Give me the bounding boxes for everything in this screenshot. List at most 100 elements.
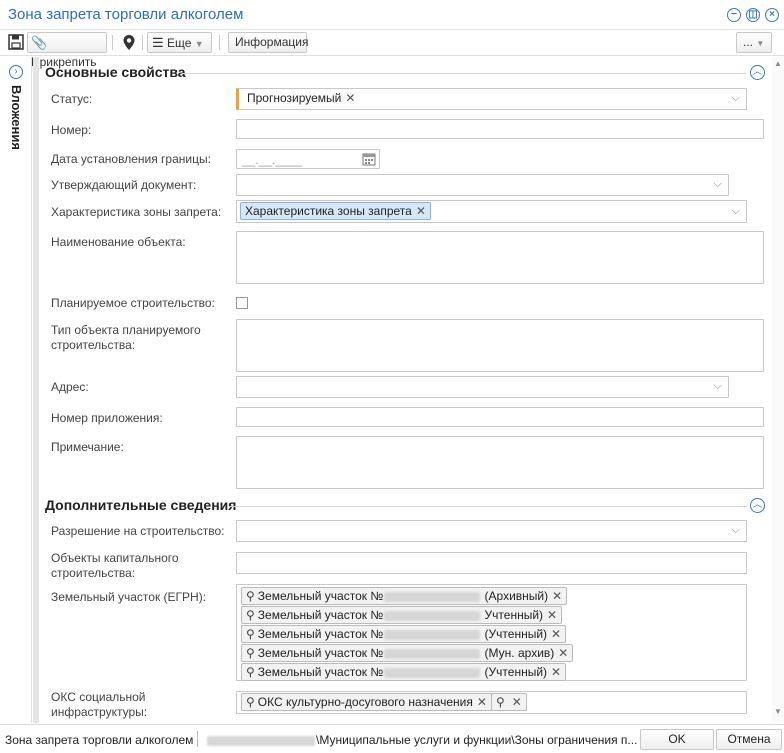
chevron-down-icon[interactable]: ⌵ (732, 92, 740, 105)
map-pin-icon: ⚲ (246, 695, 255, 709)
remove-icon[interactable]: ✕ (416, 204, 426, 218)
object-name-label: Наименование объекта: (51, 235, 186, 249)
remove-icon[interactable]: ✕ (551, 665, 561, 679)
cancel-button[interactable]: Отмена (716, 729, 782, 750)
minimize-icon[interactable]: − (727, 8, 741, 22)
vertical-scrollbar[interactable]: ▲ ▼ (772, 57, 784, 723)
land-plot-tag: ⚲ Земельный участок № (Мун. архив) ✕ (241, 644, 574, 662)
chevron-down-icon[interactable]: ⌵ (732, 205, 740, 218)
save-icon[interactable] (8, 34, 24, 53)
section-main-title: Основные свойства (45, 64, 186, 80)
planned-object-type-textarea[interactable] (236, 319, 764, 372)
redacted-number (384, 591, 481, 602)
scroll-up-icon[interactable]: ▲ (774, 59, 782, 68)
address-select[interactable]: ⌵ (236, 376, 729, 398)
remove-icon[interactable]: ✕ (558, 646, 568, 660)
remove-icon[interactable]: ✕ (477, 695, 487, 709)
redacted-number (384, 629, 481, 640)
map-pin-icon: ⚲ (246, 646, 255, 660)
remove-icon[interactable]: ✕ (345, 91, 355, 105)
scroll-down-icon[interactable]: ▼ (774, 707, 782, 716)
address-label: Адрес: (51, 380, 89, 394)
land-plot-label: Земельный участок (ЕГРН): (51, 590, 207, 604)
info-button[interactable]: Информация (228, 32, 309, 53)
map-pin-icon: ⚲ (246, 665, 255, 679)
toolbar: 📎 Прикрепить ☰ Еще ▼ Информация ... ▼ (0, 30, 784, 69)
section-divider (230, 506, 747, 507)
map-pin-icon: ⚲ (496, 695, 505, 709)
toolbar-separator (142, 35, 143, 50)
building-permit-label: Разрешение на строительство: (51, 524, 225, 538)
redacted-number (384, 667, 481, 678)
number-input[interactable] (236, 119, 764, 139)
status-separator (197, 731, 198, 747)
zone-char-select[interactable]: Характеристика зоны запрета ✕ ⌵ (236, 200, 747, 223)
approving-doc-select[interactable]: ⌵ (236, 174, 729, 196)
planned-construction-checkbox[interactable] (236, 297, 248, 309)
more-label: Еще (167, 36, 192, 50)
collapse-main-icon[interactable]: ︿ (750, 65, 765, 80)
border-date-label: Дата установления границы: (51, 152, 211, 166)
toolbar-separator (219, 35, 220, 50)
land-plot-tag: ⚲ Земельный участок № (Архивный) ✕ (241, 587, 568, 605)
status-label: Статус: (51, 92, 93, 106)
land-plot-list[interactable]: ⚲ Земельный участок № (Архивный) ✕ ⚲ Земель… (236, 584, 747, 681)
section-divider (182, 73, 747, 74)
status-bar: Зона запрета торговли алкоголем \Муницип… (0, 724, 784, 753)
status-path: \Муниципальные услуги и функции\Зоны огр… (206, 733, 637, 747)
number-label: Номер: (51, 123, 92, 137)
note-textarea[interactable] (236, 436, 764, 489)
map-pin-icon: ⚲ (246, 608, 255, 622)
map-pin-icon: ⚲ (246, 627, 255, 641)
redacted-number (384, 610, 481, 621)
map-pin-icon[interactable] (122, 34, 136, 54)
expand-sidebar-icon[interactable]: › (9, 65, 23, 79)
zone-char-label: Характеристика зоны запрета: (51, 205, 222, 219)
social-oks-select[interactable]: ⚲ ОКС культурно-досугового назначения ✕ ⚲ ✕ (236, 691, 747, 714)
map-pin-tag: ⚲ ✕ (491, 693, 527, 711)
status-select[interactable]: Прогнозируемый ✕ ⌵ (236, 88, 747, 110)
attachments-tab[interactable]: Вложения (9, 85, 24, 150)
border-date-input[interactable]: __.__.____ (236, 149, 380, 169)
capital-objects-input[interactable] (236, 552, 747, 574)
approving-doc-label: Утверждающий документ: (51, 178, 197, 192)
land-plot-tag: ⚲ Земельный участок № Учтенный) ✕ (241, 606, 563, 624)
redacted-user (207, 735, 315, 746)
paperclip-icon: 📎 (31, 35, 48, 50)
remove-icon[interactable]: ✕ (551, 627, 561, 641)
menu-icon: ☰ (152, 35, 164, 50)
info-label: Информация (235, 35, 309, 49)
more-button[interactable]: ☰ Еще ▼ (147, 32, 212, 53)
capital-objects-label: Объекты капитального строительства: (51, 551, 179, 580)
window-title: Зона запрета торговли алкоголем (8, 6, 244, 23)
building-permit-select[interactable]: ⌵ (236, 520, 747, 542)
close-icon[interactable]: × (765, 8, 779, 22)
splitter[interactable] (33, 57, 39, 723)
attachments-sidebar: › Вложения (0, 57, 32, 723)
land-plot-tag: ⚲ Земельный участок № (Учтенный) ✕ (241, 625, 567, 643)
appendix-number-input[interactable] (236, 407, 764, 427)
collapse-extra-icon[interactable]: ︿ (750, 498, 765, 513)
social-oks-label: ОКС социальной инфраструктуры: (51, 690, 148, 719)
chevron-down-icon: ▼ (194, 39, 204, 49)
toolbar-separator (112, 35, 113, 50)
ok-button[interactable]: OK (640, 729, 714, 750)
overflow-button[interactable]: ... ▼ (736, 32, 772, 53)
title-bar: Зона запрета торговли алкоголем − ◫ × (0, 0, 784, 30)
calendar-icon[interactable] (362, 152, 376, 169)
remove-icon[interactable]: ✕ (547, 608, 557, 622)
planned-object-type-label: Тип объекта планируемого строительства: (51, 323, 201, 352)
attach-button[interactable]: 📎 Прикрепить (27, 32, 107, 69)
object-name-textarea[interactable] (236, 231, 764, 284)
planned-construction-label: Планируемое строительство: (51, 296, 215, 310)
restore-icon[interactable]: ◫ (746, 8, 760, 22)
zone-char-tag: Характеристика зоны запрета ✕ (240, 202, 431, 220)
status-tag: Прогнозируемый ✕ (247, 91, 356, 105)
chevron-down-icon[interactable]: ⌵ (732, 524, 740, 537)
chevron-down-icon[interactable]: ⌵ (714, 178, 722, 191)
remove-icon[interactable]: ✕ (512, 695, 522, 709)
chevron-down-icon: ▼ (756, 39, 765, 48)
remove-icon[interactable]: ✕ (552, 589, 562, 603)
note-label: Примечание: (51, 440, 124, 454)
chevron-down-icon[interactable]: ⌵ (714, 380, 722, 393)
